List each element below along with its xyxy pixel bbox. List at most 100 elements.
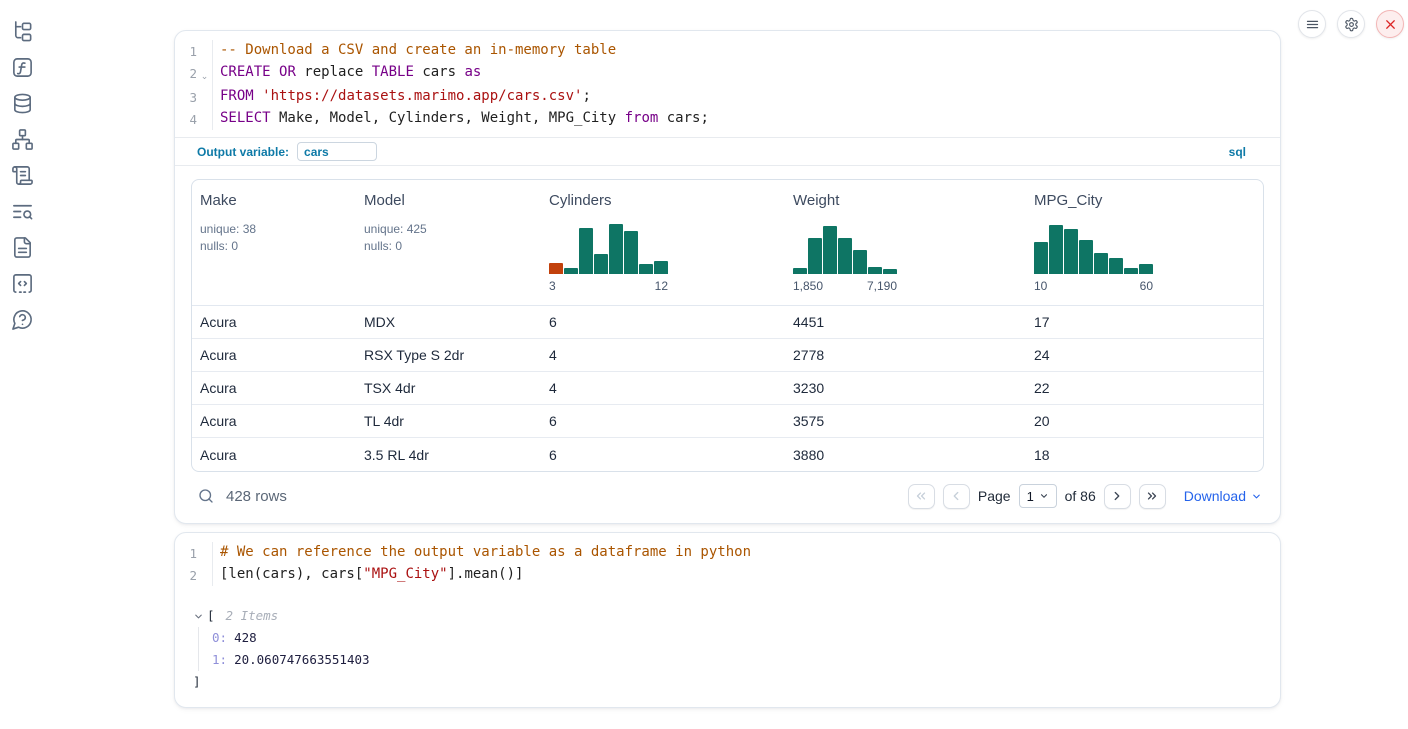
list-search-icon[interactable] — [11, 200, 34, 223]
cell-mpg-city: 18 — [1026, 447, 1263, 463]
line-number: 1 — [175, 542, 197, 564]
line-number: 4 — [175, 108, 197, 130]
chevron-down-icon — [1039, 491, 1049, 501]
python-code-editor[interactable]: 1 # We can reference the output variable… — [175, 533, 1280, 593]
sql-code-editor[interactable]: 1 -- Download a CSV and create an in-mem… — [175, 31, 1280, 137]
code-line[interactable]: SELECT Make, Model, Cylinders, Weight, M… — [213, 108, 709, 130]
database-icon[interactable] — [11, 92, 34, 115]
function-icon[interactable] — [11, 56, 34, 79]
dependency-graph-icon[interactable] — [11, 128, 34, 151]
page-select[interactable]: 1 — [1019, 484, 1057, 508]
output-variable-input[interactable] — [297, 142, 377, 161]
chevron-down-icon — [1251, 491, 1262, 502]
chevron-right-icon — [1110, 489, 1124, 503]
mpg-city-histogram — [1034, 222, 1153, 274]
column-header-model[interactable]: Model — [364, 192, 541, 212]
column-header-mpg-city[interactable]: MPG_City — [1034, 192, 1263, 212]
chevrons-right-icon — [1145, 489, 1159, 503]
cell-weight: 2778 — [785, 347, 1026, 363]
column-header-cylinders[interactable]: Cylinders — [549, 192, 785, 212]
fold-chevron-icon[interactable]: ⌄ — [197, 62, 212, 86]
download-button[interactable]: Download — [1184, 488, 1262, 504]
cell-cylinders: 4 — [541, 380, 785, 396]
tree-entry-key: 0: — [212, 630, 227, 645]
code-line[interactable]: [len(cars), cars["MPG_City"].mean()] — [213, 564, 523, 586]
table-row: Acura MDX 6 4451 17 — [192, 306, 1263, 339]
cell-mpg-city: 20 — [1026, 413, 1263, 429]
cell-model: TL 4dr — [356, 413, 541, 429]
code-snippets-icon[interactable] — [11, 272, 34, 295]
search-icon[interactable] — [197, 487, 215, 505]
line-number: 2 — [175, 564, 197, 586]
hamburger-menu-icon — [1305, 17, 1320, 32]
language-badge: sql — [1229, 145, 1246, 159]
cell-cylinders: 6 — [541, 447, 785, 463]
python-cell: 1 # We can reference the output variable… — [174, 532, 1281, 708]
code-line[interactable]: CREATE OR replace TABLE cars as — [213, 62, 481, 86]
cell-cylinders: 4 — [541, 347, 785, 363]
page-total-label: of 86 — [1065, 488, 1096, 504]
tree-entry: 0: 428 — [212, 627, 1280, 649]
first-page-button[interactable] — [908, 484, 935, 509]
table-row: Acura TL 4dr 6 3575 20 — [192, 405, 1263, 438]
code-line[interactable]: FROM 'https://datasets.marimo.app/cars.c… — [213, 86, 591, 108]
open-bracket: [ — [207, 605, 215, 627]
cell-make: Acura — [192, 413, 356, 429]
panel-sidebar — [0, 0, 44, 729]
cell-model: RSX Type S 2dr — [356, 347, 541, 363]
tree-entry-value: 428 — [234, 630, 257, 645]
cell-model: MDX — [356, 314, 541, 330]
document-icon[interactable] — [11, 236, 34, 259]
line-number: 2 — [175, 62, 197, 86]
help-icon[interactable] — [11, 308, 34, 331]
histogram-max-label: 60 — [1140, 279, 1153, 293]
download-label: Download — [1184, 488, 1246, 504]
code-line[interactable]: -- Download a CSV and create an in-memor… — [213, 40, 616, 62]
column-stat-unique: unique: 425 — [364, 221, 541, 238]
code-line[interactable]: # We can reference the output variable a… — [213, 542, 751, 564]
gear-icon — [1344, 17, 1359, 32]
histogram-max-label: 12 — [655, 279, 668, 293]
cell-make: Acura — [192, 314, 356, 330]
histogram-min-label: 3 — [549, 279, 556, 293]
table-row: Acura RSX Type S 2dr 4 2778 24 — [192, 339, 1263, 372]
cell-mpg-city: 22 — [1026, 380, 1263, 396]
page-select-value: 1 — [1027, 489, 1034, 504]
python-output-tree: [ 2 Items 0:428 1:20.060747663551403 ] — [175, 593, 1280, 707]
close-bracket: ] — [193, 671, 1280, 693]
table-row: Acura TSX 4dr 4 3230 22 — [192, 372, 1263, 405]
column-stat-nulls: nulls: 0 — [364, 238, 541, 255]
column-header-make[interactable]: Make — [200, 192, 356, 212]
collapse-chevron-icon[interactable] — [193, 611, 204, 622]
scroll-icon[interactable] — [11, 164, 34, 187]
output-variable-label: Output variable: — [197, 145, 289, 159]
data-table: Make unique: 38 nulls: 0 Model unique: 4… — [191, 179, 1264, 472]
cell-weight: 3575 — [785, 413, 1026, 429]
tree-entry-value: 20.060747663551403 — [234, 652, 369, 667]
cell-make: Acura — [192, 347, 356, 363]
column-stat-unique: unique: 38 — [200, 221, 356, 238]
file-tree-icon[interactable] — [11, 20, 34, 43]
histogram-max-label: 7,190 — [867, 279, 897, 293]
last-page-button[interactable] — [1139, 484, 1166, 509]
cell-make: Acura — [192, 380, 356, 396]
cell-make: Acura — [192, 447, 356, 463]
close-icon — [1383, 17, 1398, 32]
line-number: 3 — [175, 86, 197, 108]
sql-cell: 1 -- Download a CSV and create an in-mem… — [174, 30, 1281, 524]
table-header: Make unique: 38 nulls: 0 Model unique: 4… — [192, 180, 1263, 306]
cell-weight: 4451 — [785, 314, 1026, 330]
cell-cylinders: 6 — [541, 314, 785, 330]
histogram-min-label: 10 — [1034, 279, 1047, 293]
notebook-actions — [1298, 10, 1404, 38]
menu-button[interactable] — [1298, 10, 1326, 38]
column-stat-nulls: nulls: 0 — [200, 238, 356, 255]
histogram-min-label: 1,850 — [793, 279, 823, 293]
settings-button[interactable] — [1337, 10, 1365, 38]
close-button[interactable] — [1376, 10, 1404, 38]
column-header-weight[interactable]: Weight — [793, 192, 1026, 212]
prev-page-button[interactable] — [943, 484, 970, 509]
cell-mpg-city: 17 — [1026, 314, 1263, 330]
cylinders-histogram — [549, 222, 668, 274]
next-page-button[interactable] — [1104, 484, 1131, 509]
